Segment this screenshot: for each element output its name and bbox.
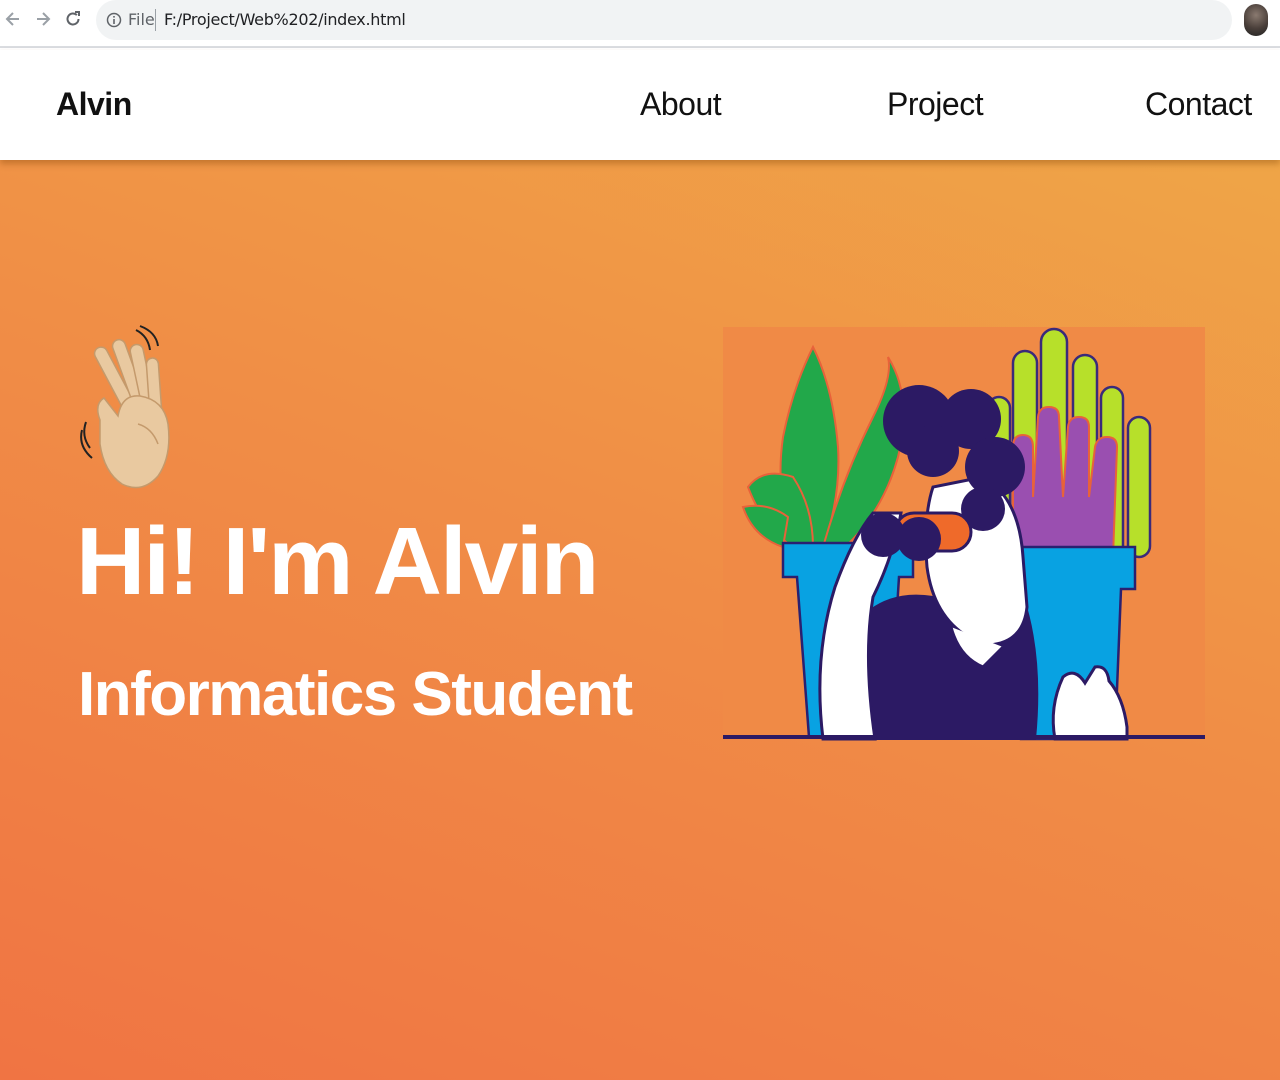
person-binoculars-illustration <box>723 327 1205 741</box>
browser-toolbar: File F:/Project/Web%202/index.html <box>0 0 1280 48</box>
back-arrow-icon[interactable] <box>0 6 26 32</box>
nav-about-link[interactable]: About <box>640 86 722 123</box>
forward-arrow-icon[interactable] <box>30 6 56 32</box>
address-separator <box>155 9 156 31</box>
nav-contact-link[interactable]: Contact <box>1145 86 1252 123</box>
address-bar[interactable]: File F:/Project/Web%202/index.html <box>96 0 1232 40</box>
url-text[interactable]: F:/Project/Web%202/index.html <box>164 10 406 29</box>
reload-icon[interactable] <box>60 6 86 32</box>
site-header: Alvin About Project Contact <box>0 50 1280 160</box>
nav-project-link[interactable]: Project <box>887 86 984 123</box>
hero-title: Hi! I'm Alvin <box>76 508 599 615</box>
info-icon[interactable] <box>106 12 122 28</box>
profile-avatar[interactable] <box>1244 4 1268 36</box>
file-scheme-label: File <box>128 10 155 29</box>
brand-logo[interactable]: Alvin <box>56 86 132 123</box>
waving-hand-icon <box>80 325 170 489</box>
hero-section: Hi! I'm Alvin Informatics Student <box>0 160 1280 1080</box>
hero-subtitle: Informatics Student <box>78 660 633 729</box>
